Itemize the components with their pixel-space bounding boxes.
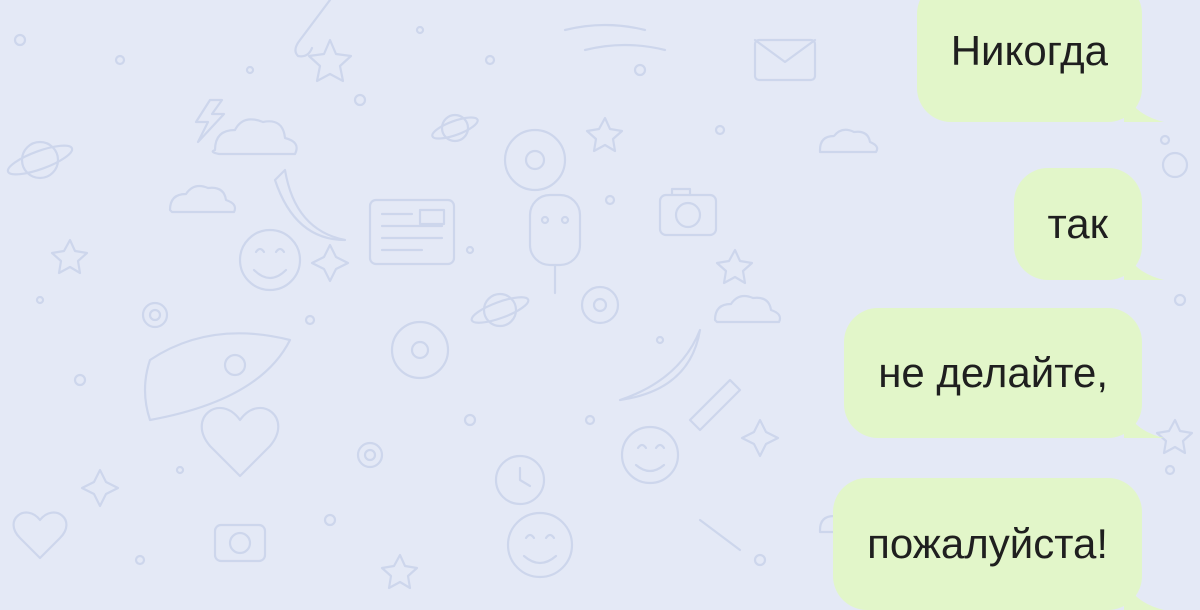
- eye-doodle: [580, 285, 620, 325]
- message-bubble[interactable]: не делайте,: [844, 308, 1164, 438]
- planet-doodle: [6, 140, 74, 180]
- message-text: не делайте,: [878, 349, 1108, 396]
- bubble-tail: [1124, 574, 1164, 610]
- message-text: Никогда: [950, 27, 1108, 74]
- heart-doodle: [12, 511, 68, 560]
- ice-cream-doodle: [528, 193, 582, 295]
- bubble-tail: [1124, 244, 1164, 280]
- cloud-doodle: [713, 294, 782, 324]
- star-doodle: [380, 553, 419, 590]
- banana-doodle: [618, 328, 702, 402]
- star-doodle: [50, 238, 89, 275]
- banana-doodle: [273, 168, 347, 242]
- sparkle-doodle: [740, 418, 780, 458]
- brush-doodle: [294, 0, 332, 58]
- gear-doodle: [141, 301, 169, 329]
- envelope-doodle: [753, 38, 817, 82]
- message-bubble[interactable]: Никогда: [916, 0, 1164, 122]
- message-text: так: [1047, 200, 1109, 247]
- star-doodle: [715, 248, 754, 285]
- camera-doodle: [213, 523, 267, 563]
- gear-doodle: [356, 441, 384, 469]
- message-bubble[interactable]: так: [1013, 168, 1164, 280]
- planet-doodle: [1161, 151, 1189, 179]
- message-text: пожалуйста!: [867, 520, 1108, 567]
- smiley-doodle: [238, 228, 302, 292]
- cloud-doodle: [168, 184, 237, 214]
- cloud-doodle: [211, 118, 298, 156]
- smiley-doodle: [506, 511, 574, 579]
- donut-doodle: [503, 128, 567, 192]
- planet-doodle: [431, 113, 479, 143]
- pencil-doodle: [688, 378, 742, 432]
- star-doodle: [307, 38, 353, 83]
- sparkle-doodle: [310, 243, 350, 283]
- cloud-doodle: [818, 128, 879, 154]
- sparkle-doodle: [80, 468, 120, 508]
- star-doodle: [585, 116, 624, 153]
- brush-doodle: [563, 23, 647, 32]
- camera-doodle: [658, 187, 718, 237]
- donut-doodle: [390, 320, 450, 380]
- pencil-doodle: [698, 518, 742, 552]
- bubble-tail: [1124, 402, 1164, 438]
- brush-doodle: [583, 43, 667, 52]
- message-bubble[interactable]: пожалуйста!: [833, 478, 1164, 610]
- newspaper-doodle: [368, 198, 456, 266]
- heart-doodle: [200, 406, 280, 478]
- bubble-tail: [1124, 86, 1164, 122]
- smiley-doodle: [620, 425, 680, 485]
- planet-doodle: [470, 292, 530, 328]
- clock-doodle: [494, 454, 546, 506]
